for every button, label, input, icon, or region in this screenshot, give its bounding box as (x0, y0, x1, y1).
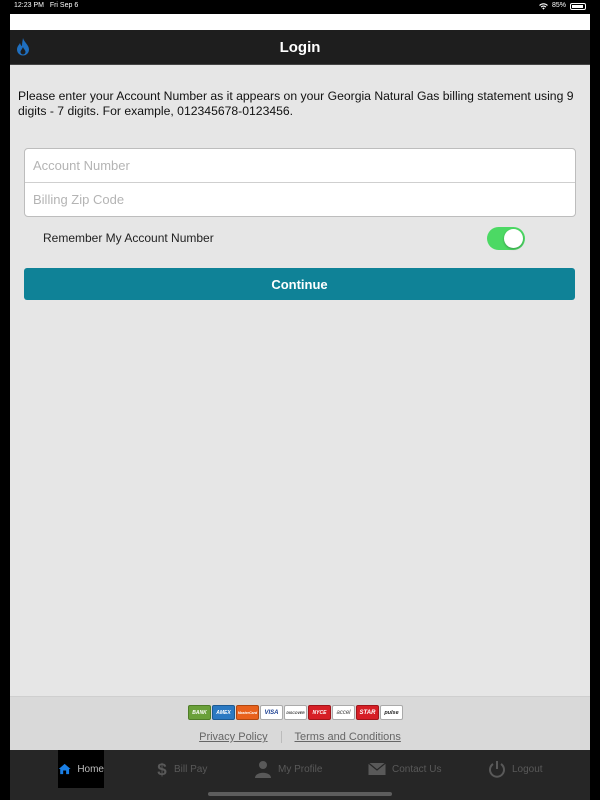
billing-zip-input[interactable] (25, 183, 575, 216)
tab-contact-us-label: Contact Us (392, 763, 442, 775)
amex-card-icon: AMEX (212, 705, 235, 720)
svg-text:$: $ (157, 760, 167, 778)
tab-my-profile[interactable]: My Profile (254, 750, 322, 788)
nyce-card-icon: NYCE (308, 705, 331, 720)
tab-logout-label: Logout (512, 763, 543, 775)
envelope-icon (368, 762, 386, 775)
pulse-card-icon: pulse (380, 705, 403, 720)
dollar-icon: $ (157, 760, 167, 778)
remember-toggle[interactable] (487, 227, 525, 250)
power-icon (489, 761, 505, 778)
terms-link[interactable]: Terms and Conditions (295, 731, 401, 743)
remember-row: Remember My Account Number (24, 217, 576, 257)
tab-home[interactable]: Home (58, 750, 104, 788)
nav-bar: Login (10, 30, 590, 65)
continue-button[interactable]: Continue (24, 268, 575, 300)
page-title: Login (279, 39, 321, 56)
tab-home-label: Home (77, 763, 104, 775)
remember-label: Remember My Account Number (43, 231, 214, 245)
footer: BANK AMEX MasterCard VISA DISCOVER NYCE … (10, 696, 590, 751)
tab-my-profile-label: My Profile (278, 763, 323, 775)
payment-methods: BANK AMEX MasterCard VISA DISCOVER NYCE … (188, 705, 403, 720)
home-icon (58, 763, 71, 775)
mastercard-card-icon: MasterCard (236, 705, 259, 720)
tab-logout[interactable]: Logout (488, 750, 543, 788)
visa-card-icon: VISA (260, 705, 283, 720)
footer-links: Privacy Policy Terms and Conditions (10, 731, 590, 744)
tab-contact-us[interactable]: Contact Us (368, 750, 441, 788)
star-card-icon: STAR (356, 705, 379, 720)
tab-bar: Home $ Bill Pay My Profile Contact Us Lo… (10, 750, 590, 800)
bank-card-icon: BANK (188, 705, 211, 720)
link-divider (280, 731, 282, 744)
tab-bill-pay-label: Bill Pay (174, 763, 208, 775)
battery-percent: 85% (551, 2, 566, 9)
credentials-group (24, 148, 576, 217)
home-indicator (208, 792, 392, 796)
instructions-text: Please enter your Account Number as it a… (18, 89, 574, 118)
status-bar: 12:23 PM Fri Sep 6 85% (0, 0, 600, 14)
discover-card-icon: DISCOVER (284, 705, 307, 720)
user-icon (255, 761, 271, 778)
tab-bill-pay[interactable]: $ Bill Pay (156, 750, 207, 788)
app-window: Login Please enter your Account Number a… (10, 14, 590, 800)
privacy-policy-link[interactable]: Privacy Policy (199, 731, 267, 743)
login-form: Please enter your Account Number as it a… (10, 65, 590, 709)
toggle-knob (504, 229, 523, 248)
account-number-input[interactable] (25, 149, 575, 182)
wifi-icon (539, 2, 548, 10)
status-time-date: 12:23 PM Fri Sep 6 (14, 2, 79, 9)
accel-card-icon: accel (332, 705, 355, 720)
battery-icon (570, 2, 586, 10)
